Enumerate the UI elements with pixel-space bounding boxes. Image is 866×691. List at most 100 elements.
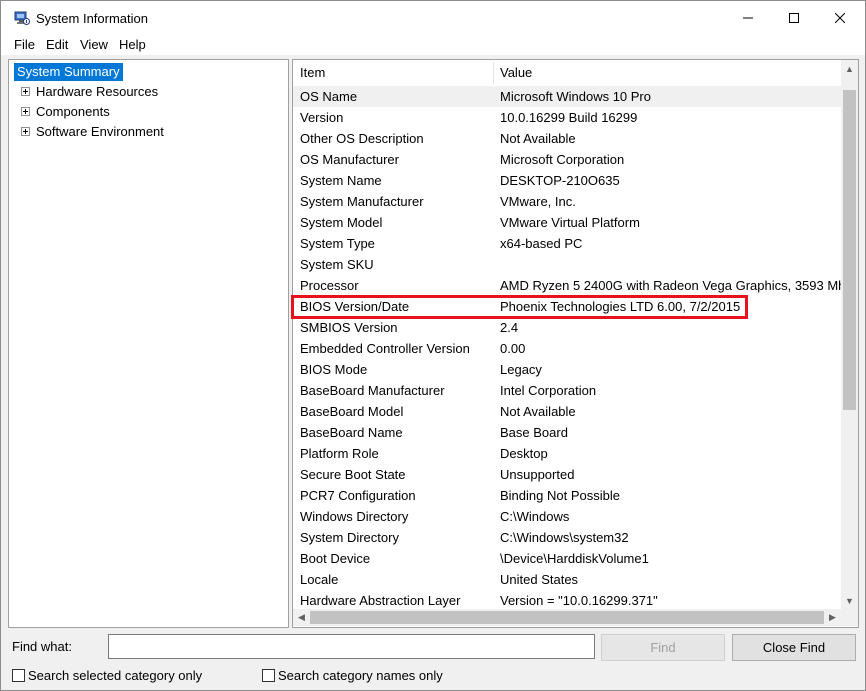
item-cell: Processor — [300, 275, 359, 296]
tree-item-components[interactable]: Components — [36, 103, 110, 121]
details-rows: OS Name Microsoft Windows 10 ProVersion10… — [293, 86, 841, 609]
item-cell: Version — [300, 107, 343, 128]
close-icon — [835, 11, 845, 26]
checkbox-label: Search selected category only — [28, 668, 202, 683]
search-category-names-checkbox[interactable]: Search category names only — [262, 667, 443, 683]
item-cell: Platform Role — [300, 443, 379, 464]
value-cell: Not Available — [500, 128, 576, 149]
item-cell: System Model — [300, 212, 382, 233]
item-cell: System Manufacturer — [300, 191, 424, 212]
item-cell: System Type — [300, 233, 375, 254]
value-cell: DESKTOP-210O635 — [500, 170, 620, 191]
scroll-right-icon[interactable]: ▶ — [824, 609, 841, 626]
value-cell: Microsoft Windows 10 Pro — [500, 86, 651, 107]
find-what-input[interactable] — [108, 634, 595, 659]
tree-item-system-summary[interactable]: System Summary — [14, 63, 123, 81]
item-cell: BaseBoard Model — [300, 401, 403, 422]
item-cell: BIOS Mode — [300, 359, 367, 380]
column-header-item[interactable]: Item — [293, 60, 325, 86]
maximize-button[interactable] — [771, 1, 817, 35]
value-cell: VMware Virtual Platform — [500, 212, 640, 233]
search-selected-category-checkbox[interactable]: Search selected category only — [12, 667, 202, 683]
table-row[interactable]: BaseBoard ModelNot Available — [293, 401, 841, 422]
table-row[interactable]: SMBIOS Version2.4 — [293, 317, 841, 338]
table-row[interactable]: Processor AMD Ryzen 5 2400G with Radeon V… — [293, 275, 841, 296]
value-cell: Binding Not Possible — [500, 485, 620, 506]
tree-item-hardware-resources[interactable]: Hardware Resources — [36, 83, 158, 101]
table-row[interactable]: OS Name Microsoft Windows 10 Pro — [293, 86, 841, 107]
menu-bar: File Edit View Help — [1, 35, 865, 55]
table-row[interactable]: Hardware Abstraction LayerVersion = "10.… — [293, 590, 841, 609]
category-tree: System Summary Hardware Resources Compon… — [8, 59, 289, 628]
horizontal-scrollbar[interactable]: ◀ ▶ — [293, 609, 841, 626]
table-row[interactable]: System Model VMware Virtual Platform — [293, 212, 841, 233]
column-header-value[interactable]: Value — [493, 60, 532, 86]
table-row[interactable]: Windows DirectoryC:\Windows — [293, 506, 841, 527]
table-row[interactable]: Other OS Description Not Available — [293, 128, 841, 149]
item-cell: PCR7 Configuration — [300, 485, 416, 506]
table-row[interactable]: BaseBoard ManufacturerIntel Corporation — [293, 380, 841, 401]
checkbox-box[interactable] — [262, 669, 275, 682]
value-cell: 0.00 — [500, 338, 525, 359]
table-row[interactable]: System SKU — [293, 254, 841, 275]
item-cell: Boot Device — [300, 548, 370, 569]
value-cell: 2.4 — [500, 317, 518, 338]
scroll-left-icon[interactable]: ◀ — [293, 609, 310, 626]
value-cell: Legacy — [500, 359, 542, 380]
title-bar: System Information — [1, 1, 865, 35]
expand-icon[interactable] — [21, 87, 30, 96]
item-cell: OS Manufacturer — [300, 149, 399, 170]
expand-icon[interactable] — [21, 107, 30, 116]
item-cell: OS Name — [300, 86, 357, 107]
table-row[interactable]: System Type x64-based PC — [293, 233, 841, 254]
scroll-corner — [841, 609, 858, 626]
table-row[interactable]: BIOS Mode Legacy — [293, 359, 841, 380]
table-row[interactable]: Embedded Controller Version0.00 — [293, 338, 841, 359]
expand-icon[interactable] — [21, 127, 30, 136]
value-cell: Desktop — [500, 443, 548, 464]
menu-help[interactable]: Help — [117, 37, 148, 52]
value-cell: AMD Ryzen 5 2400G with Radeon Vega Graph… — [500, 275, 841, 296]
minimize-button[interactable] — [725, 1, 771, 35]
table-row[interactable]: Platform Role Desktop — [293, 443, 841, 464]
scroll-up-icon[interactable]: ▲ — [841, 60, 858, 77]
menu-file[interactable]: File — [12, 37, 37, 52]
menu-view[interactable]: View — [78, 37, 110, 52]
table-row[interactable]: System Name DESKTOP-210O635 — [293, 170, 841, 191]
table-row[interactable]: PCR7 Configuration Binding Not Possible — [293, 485, 841, 506]
close-find-button[interactable]: Close Find — [732, 634, 856, 661]
system-information-window: System Information File Edit View Help S… — [0, 0, 866, 691]
table-row[interactable]: Boot Device\Device\HarddiskVolume1 — [293, 548, 841, 569]
value-cell: Version = "10.0.16299.371" — [500, 590, 658, 609]
menu-edit[interactable]: Edit — [44, 37, 70, 52]
system-information-icon — [14, 10, 30, 26]
table-row[interactable]: OS ManufacturerMicrosoft Corporation — [293, 149, 841, 170]
item-cell: System SKU — [300, 254, 374, 275]
find-button[interactable]: Find — [601, 634, 725, 661]
checkbox-box[interactable] — [12, 669, 25, 682]
item-cell: Locale — [300, 569, 338, 590]
checkbox-label: Search category names only — [278, 668, 443, 683]
vertical-scrollbar[interactable]: ▲ ▼ — [841, 60, 858, 609]
horizontal-scroll-thumb[interactable] — [310, 611, 824, 624]
value-cell: United States — [500, 569, 578, 590]
find-what-label: Find what: — [12, 639, 72, 654]
table-row[interactable]: Version10.0.16299 Build 16299 — [293, 107, 841, 128]
item-cell: Other OS Description — [300, 128, 424, 149]
value-cell: x64-based PC — [500, 233, 582, 254]
table-row[interactable]: System Directory C:\Windows\system32 — [293, 527, 841, 548]
tree-item-software-environment[interactable]: Software Environment — [36, 123, 164, 141]
value-cell: C:\Windows\system32 — [500, 527, 629, 548]
close-button[interactable] — [817, 1, 863, 35]
table-row[interactable]: BIOS Version/DatePhoenix Technologies LT… — [293, 296, 841, 317]
table-row[interactable]: Locale United States — [293, 569, 841, 590]
item-cell: System Name — [300, 170, 382, 191]
table-row[interactable]: System ManufacturerVMware, Inc. — [293, 191, 841, 212]
vertical-scroll-thumb[interactable] — [843, 90, 856, 410]
item-cell: System Directory — [300, 527, 399, 548]
table-row[interactable]: BaseBoard NameBase Board — [293, 422, 841, 443]
value-cell: Base Board — [500, 422, 568, 443]
table-row[interactable]: Secure Boot StateUnsupported — [293, 464, 841, 485]
minimize-icon — [743, 11, 753, 26]
scroll-down-icon[interactable]: ▼ — [841, 592, 858, 609]
